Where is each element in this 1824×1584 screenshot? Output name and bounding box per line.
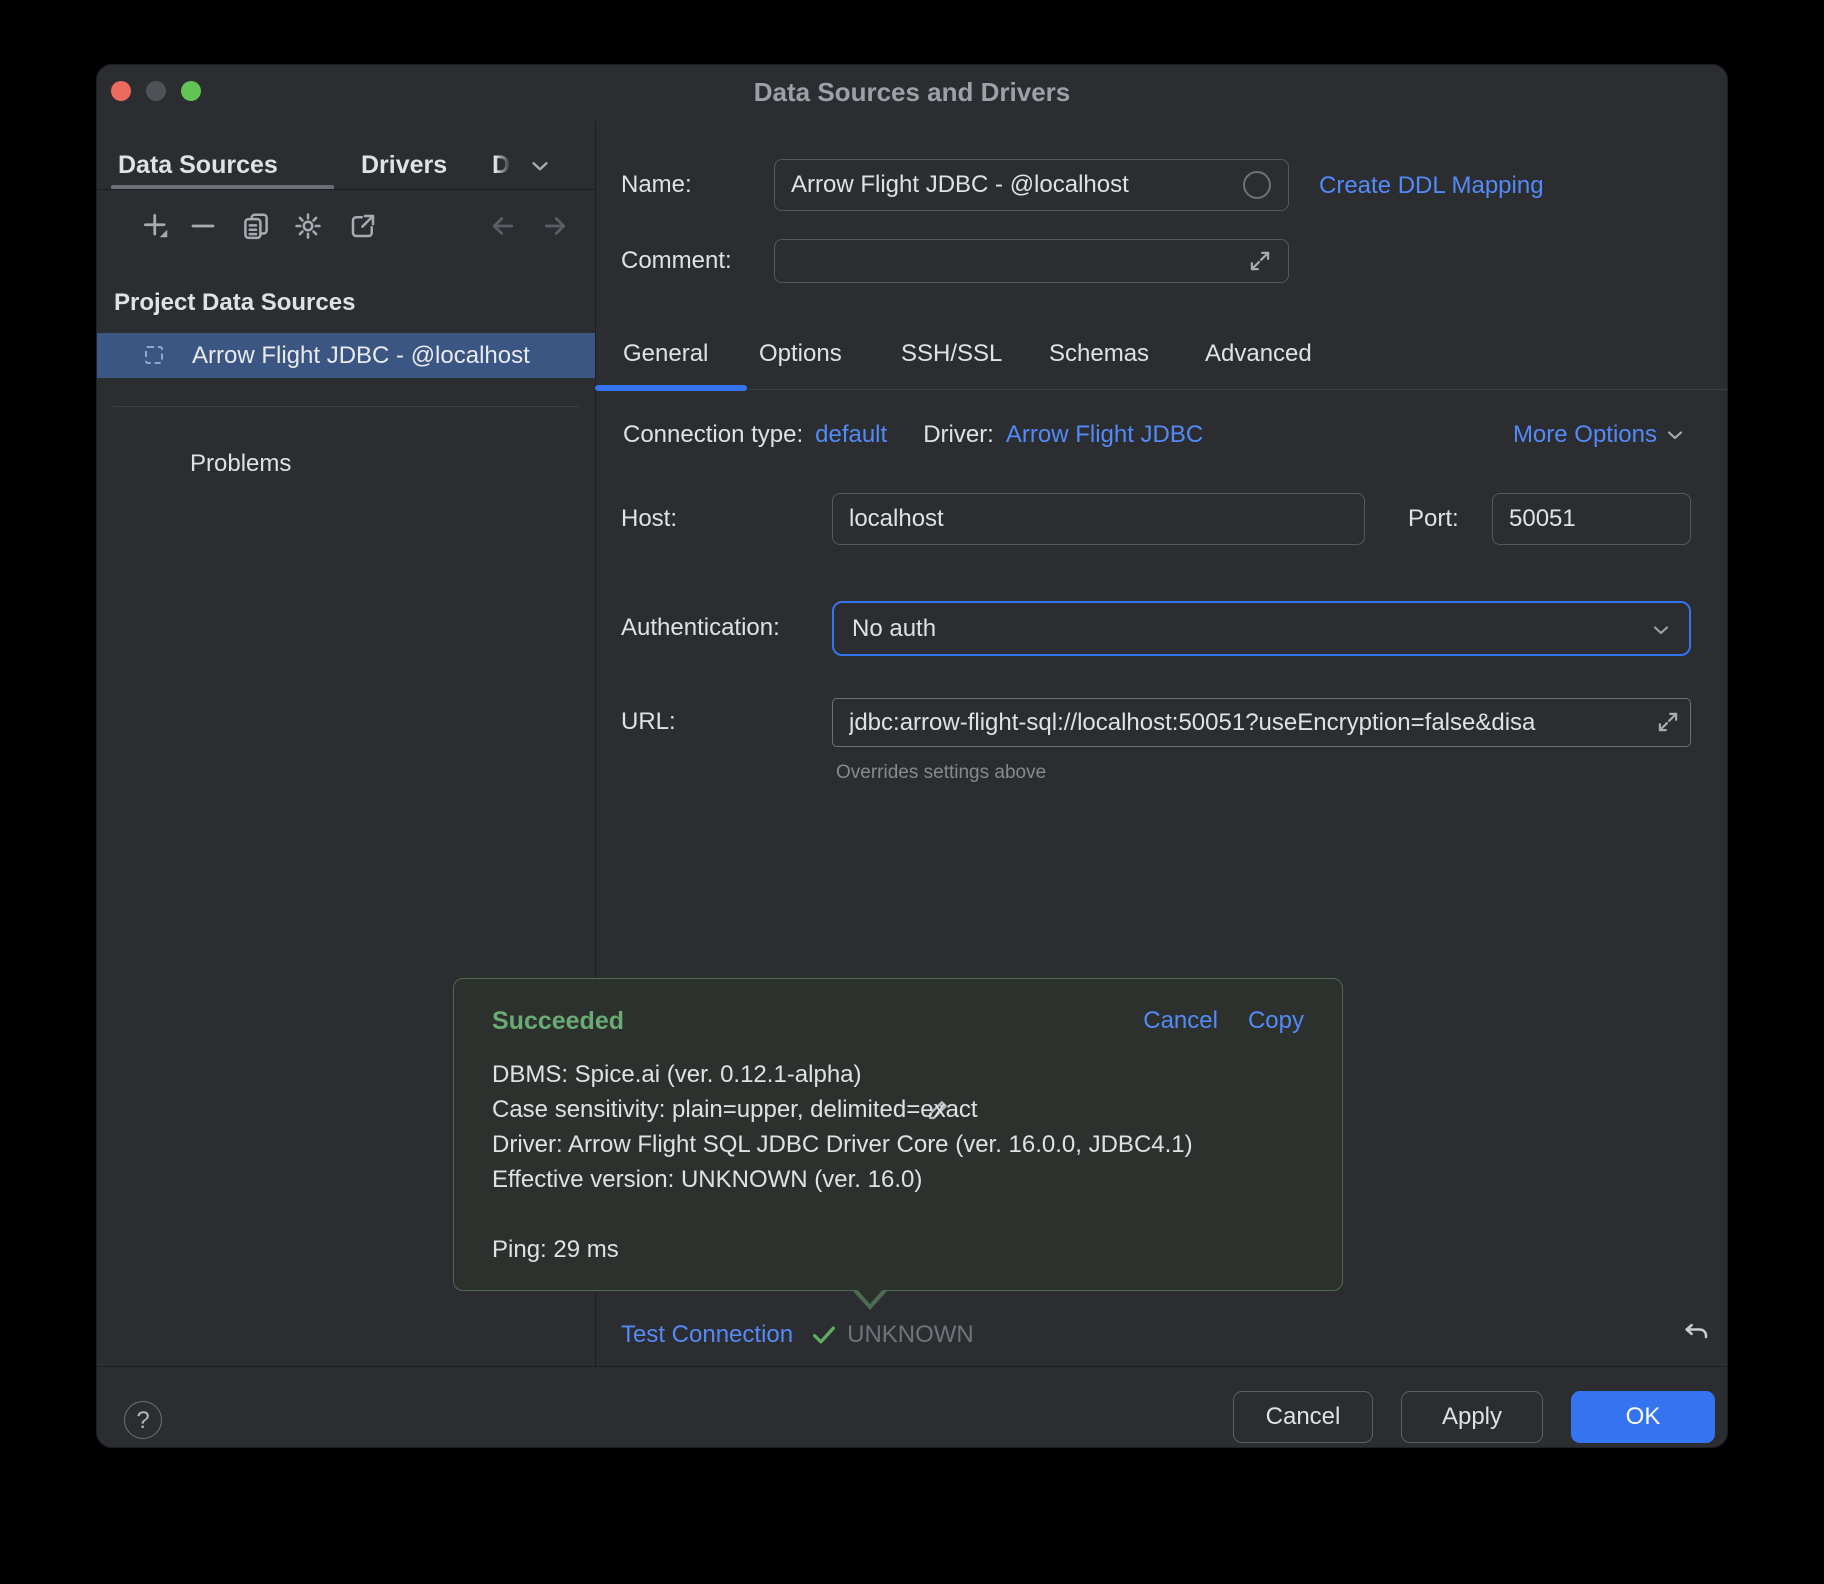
remove-icon[interactable] <box>188 211 218 241</box>
url-hint: Overrides settings above <box>836 762 1046 784</box>
active-tab-underline <box>595 385 747 391</box>
popup-line-driver: Driver: Arrow Flight SQL JDBC Driver Cor… <box>492 1127 1193 1162</box>
forward-arrow-icon[interactable] <box>540 211 570 241</box>
data-source-label: Arrow Flight JDBC - @localhost <box>192 342 530 370</box>
cancel-button[interactable]: Cancel <box>1233 1391 1373 1443</box>
undo-icon[interactable] <box>1681 1317 1711 1347</box>
tab-schemas[interactable]: Schemas <box>1049 340 1149 368</box>
add-icon[interactable] <box>141 211 171 241</box>
connection-type-label: Connection type: <box>623 421 803 449</box>
ok-button[interactable]: OK <box>1571 1391 1715 1443</box>
tab-options[interactable]: Options <box>759 340 842 368</box>
authentication-label: Authentication: <box>621 615 780 641</box>
comment-label: Comment: <box>621 248 732 274</box>
data-source-item[interactable]: Arrow Flight JDBC - @localhost <box>97 333 595 378</box>
tab-ssh-ssl[interactable]: SSH/SSL <box>901 340 1002 368</box>
expand-icon[interactable] <box>1247 248 1273 274</box>
expand-icon[interactable] <box>1655 709 1681 735</box>
popup-line-version: Effective version: UNKNOWN (ver. 16.0) <box>492 1162 922 1197</box>
tabs-divider <box>595 389 1728 390</box>
comment-input[interactable] <box>774 239 1289 283</box>
host-label: Host: <box>621 506 677 532</box>
authentication-value: No auth <box>852 615 936 643</box>
authentication-select[interactable]: No auth <box>832 601 1691 656</box>
checkmark-icon <box>809 1320 839 1350</box>
footer-divider <box>97 1366 1728 1367</box>
tab-general[interactable]: General <box>623 340 708 368</box>
progress-circle-icon <box>1243 171 1271 199</box>
tab-data-sources[interactable]: Data Sources <box>118 151 278 180</box>
test-connection-popup: Succeeded Cancel Copy DBMS: Spice.ai (ve… <box>453 978 1343 1291</box>
data-sources-dialog: Data Sources and Drivers Data Sources Dr… <box>96 64 1728 1448</box>
apply-button[interactable]: Apply <box>1401 1391 1543 1443</box>
port-input[interactable] <box>1492 493 1691 545</box>
port-label: Port: <box>1408 506 1459 532</box>
popup-line-dbms: DBMS: Spice.ai (ver. 0.12.1-alpha) <box>492 1057 899 1092</box>
test-connection-row: Test Connection UNKNOWN <box>621 1320 974 1350</box>
popup-cancel-link[interactable]: Cancel <box>1143 1007 1218 1035</box>
popup-status: Succeeded <box>492 1007 624 1036</box>
url-label: URL: <box>621 709 676 735</box>
connection-type-value[interactable]: default <box>815 421 887 449</box>
export-icon[interactable] <box>348 211 378 241</box>
name-input[interactable] <box>774 159 1289 211</box>
host-input[interactable] <box>832 493 1365 545</box>
chevron-down-icon <box>1649 618 1673 642</box>
help-icon[interactable]: ? <box>124 1401 162 1439</box>
more-options-link[interactable]: More Options <box>1513 421 1657 449</box>
popup-copy-link[interactable]: Copy <box>1248 1007 1304 1035</box>
sidebar-divider <box>113 406 579 407</box>
url-input[interactable] <box>832 698 1691 747</box>
test-connection-status: UNKNOWN <box>847 1321 974 1349</box>
test-connection-link[interactable]: Test Connection <box>621 1321 793 1349</box>
popup-line-ping: Ping: 29 ms <box>492 1232 619 1267</box>
chevron-down-icon[interactable] <box>527 153 553 179</box>
driver-label: Driver: <box>923 421 994 449</box>
popup-tail-fill <box>855 1287 885 1304</box>
project-data-sources-header: Project Data Sources <box>114 289 355 317</box>
tab-advanced[interactable]: Advanced <box>1205 340 1312 368</box>
more-options[interactable]: More Options <box>1513 421 1687 449</box>
tabstrip-divider <box>97 189 595 190</box>
tab-ddl-truncated[interactable]: D <box>492 151 510 180</box>
name-label: Name: <box>621 172 692 198</box>
connection-type-row: Connection type: default Driver: Arrow F… <box>623 421 1203 449</box>
popup-line-case: Case sensitivity: plain=upper, delimited… <box>492 1092 978 1127</box>
tab-drivers[interactable]: Drivers <box>361 151 447 180</box>
driver-value-link[interactable]: Arrow Flight JDBC <box>1006 421 1203 449</box>
gear-icon[interactable] <box>293 211 323 241</box>
back-arrow-icon[interactable] <box>488 211 518 241</box>
pencil-icon[interactable] <box>872 1061 899 1088</box>
create-ddl-mapping-link[interactable]: Create DDL Mapping <box>1319 172 1544 200</box>
sidebar-item-problems[interactable]: Problems <box>190 451 291 477</box>
chevron-down-icon <box>1663 423 1687 447</box>
popup-line-dbms-text: DBMS: Spice.ai (ver. 0.12.1-alpha) <box>492 1057 862 1092</box>
duplicate-icon[interactable] <box>241 211 271 241</box>
data-source-icon <box>145 346 163 364</box>
dialog-title: Data Sources and Drivers <box>97 77 1727 108</box>
